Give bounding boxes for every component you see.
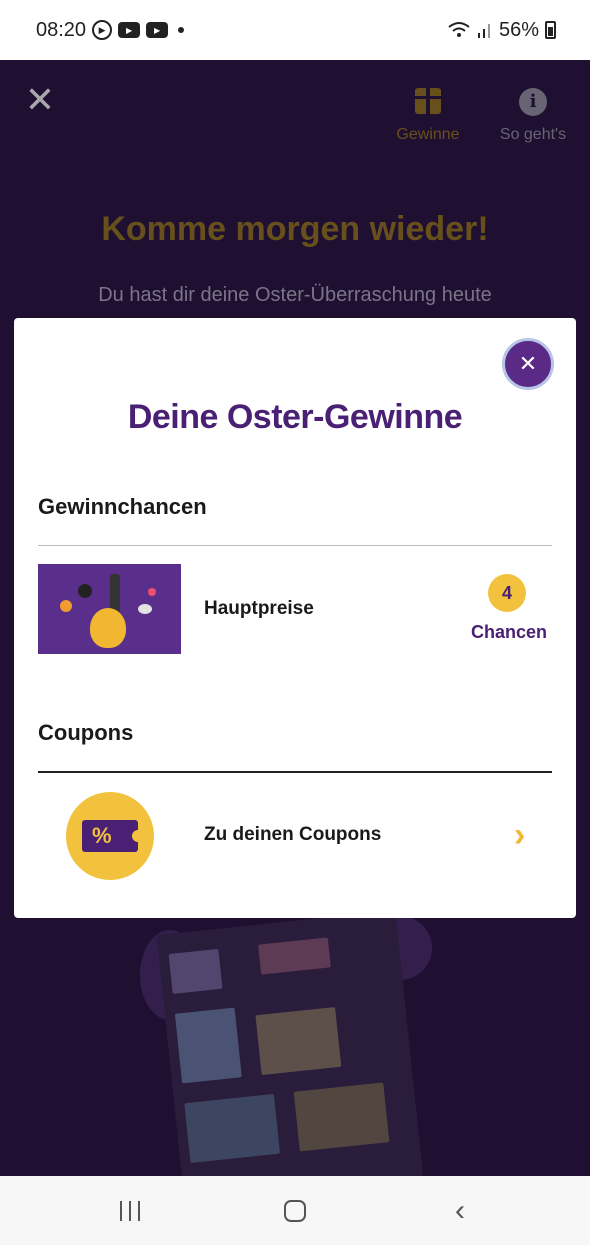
- status-right: 56%: [447, 19, 556, 42]
- status-left: 08:20 ▶ ▶ ▶: [36, 18, 185, 42]
- divider: [38, 771, 552, 773]
- recents-button[interactable]: [90, 1176, 170, 1245]
- battery-icon: [545, 21, 556, 39]
- winnings-modal: ✕ Deine Oster-Gewinne Gewinnchancen Haup…: [14, 318, 576, 918]
- coupon-icon: %: [66, 792, 154, 880]
- play-circle-icon: ▶: [92, 20, 113, 40]
- chances-label: Chancen: [470, 622, 548, 642]
- chances-heading: Gewinnchancen: [38, 494, 207, 519]
- modal-title: Deine Oster-Gewinne: [127, 398, 463, 436]
- navigation-bar: ‹: [0, 1176, 590, 1245]
- clock: 08:20: [36, 18, 87, 41]
- battery-percent: 56%: [498, 18, 539, 41]
- chevron-right-icon[interactable]: ›: [514, 818, 525, 852]
- status-bar: 08:20 ▶ ▶ ▶ 56%: [0, 0, 590, 60]
- signal-icon: [477, 24, 490, 38]
- recents-icon: [120, 1200, 140, 1221]
- coupons-heading: Coupons: [38, 720, 134, 745]
- divider: [38, 545, 552, 546]
- modal-close-button[interactable]: ✕: [502, 338, 554, 390]
- dot-icon: [178, 27, 185, 33]
- main-prize-image: [38, 564, 181, 654]
- main-prize-label: Hauptpreise: [204, 598, 314, 619]
- coupons-link-label[interactable]: Zu deinen Coupons: [204, 824, 381, 846]
- home-icon: [284, 1199, 306, 1222]
- coupon-ticket-icon: %: [82, 820, 144, 852]
- home-button[interactable]: [255, 1176, 335, 1245]
- youtube-icon: ▶: [146, 22, 169, 38]
- wifi-icon: [448, 22, 470, 37]
- back-button[interactable]: ‹: [420, 1176, 500, 1245]
- chances-count-badge: 4: [488, 574, 526, 612]
- back-icon: ‹: [455, 1193, 465, 1227]
- close-icon: ✕: [518, 351, 538, 376]
- youtube-icon: ▶: [118, 22, 141, 38]
